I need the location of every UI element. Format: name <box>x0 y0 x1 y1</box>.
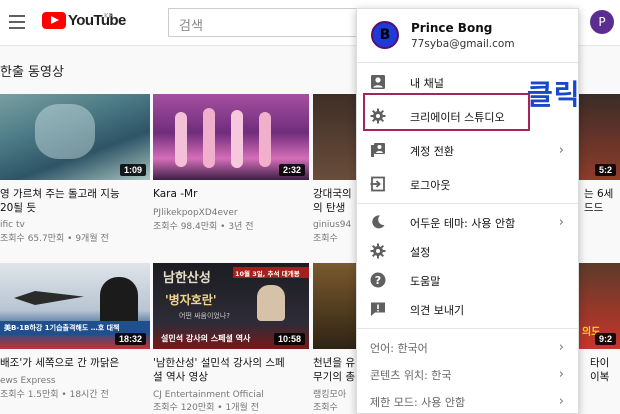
video-channel[interactable]: ews Express <box>0 375 56 388</box>
video-duration: 2:32 <box>278 164 305 176</box>
chevron-right-icon: › <box>558 143 564 158</box>
video-title[interactable]: 타이 <box>590 356 609 370</box>
switch-account-icon <box>371 143 385 157</box>
section-title: 한출 동영상 <box>0 65 64 80</box>
thumbnail-headline-text: '병자호란' <box>165 293 217 307</box>
video-thumbnail[interactable]: 美B-1B하강 1기습출격해도 …호 대책 18:32 <box>0 263 150 349</box>
video-meta: 조회수 120만회 • 1개월 전 <box>153 403 259 413</box>
video-title[interactable]: 천년을 유 <box>313 356 355 370</box>
video-thumbnail[interactable]: 남한산성 10월 3일, 추석 대개봉 '병자호란' 어떤 싸움이었나? 설민석… <box>153 263 309 349</box>
help-icon: ? <box>370 272 386 288</box>
svg-text:?: ? <box>375 274 381 287</box>
video-channel[interactable]: PJlikekpopXD4ever <box>153 207 238 220</box>
video-thumbnail[interactable] <box>313 94 358 180</box>
youtube-wordmark[interactable]: YouTube <box>68 12 126 29</box>
menu-item-label: 계정 전환 <box>410 145 454 158</box>
hamburger-menu-icon[interactable] <box>9 15 25 29</box>
video-title-line2[interactable]: 무기의 총 <box>313 370 355 384</box>
chevron-right-icon: › <box>558 340 564 355</box>
menu-item-label: 의견 보내기 <box>410 304 465 317</box>
video-title[interactable]: '남한산성' 설민석 강사의 스페 <box>153 356 285 370</box>
menu-item-feedback[interactable]: 의견 보내기 <box>357 292 578 326</box>
chevron-right-icon: › <box>558 367 564 382</box>
menu-item-label: 도움말 <box>410 275 441 288</box>
divider <box>357 62 578 63</box>
thumbnail-subtitle-text: 어떤 싸움이었나? <box>179 312 231 320</box>
video-title[interactable]: 는 6세 <box>584 187 613 201</box>
video-title[interactable]: 강대국의 <box>313 187 352 201</box>
video-title[interactable]: Kara -Mr <box>153 187 197 201</box>
video-meta: 조회수 <box>313 403 338 413</box>
account-menu: B Prince Bong 77syba@gmail.com 내 채널 크리에이… <box>356 8 579 414</box>
chevron-right-icon: › <box>558 394 564 409</box>
video-duration: 5:2 <box>594 164 616 176</box>
menu-item-logout[interactable]: 로그아웃 <box>357 167 578 201</box>
account-email: 77syba@gmail.com <box>411 38 515 50</box>
menu-item-label: 언어: 한국어 <box>370 342 428 355</box>
region-label: KR <box>104 12 114 20</box>
thumbnail-title-text: 남한산성 <box>163 271 211 286</box>
gear-icon <box>370 243 386 259</box>
menu-item-label: 어두운 테마: 사용 안함 <box>410 217 516 230</box>
video-title-line2[interactable]: 셜 역사 영상 <box>153 370 208 384</box>
menu-item-label: 내 채널 <box>410 77 444 90</box>
video-channel[interactable]: ific tv <box>0 219 25 232</box>
video-meta: 조회수 98.4만회 • 3년 전 <box>153 222 254 232</box>
video-title[interactable]: 배조'가 세쪽으로 간 까닭은 <box>0 356 119 370</box>
search-placeholder: 검색 <box>179 19 203 34</box>
account-avatar-button[interactable]: P <box>590 10 614 34</box>
chevron-right-icon: › <box>558 215 564 230</box>
menu-avatar: B <box>371 21 399 49</box>
video-title-line2[interactable]: 드드 <box>584 201 603 215</box>
video-channel[interactable]: ginius94 <box>313 219 351 232</box>
menu-item-restricted-mode[interactable]: 제한 모드: 사용 안함 › <box>357 384 578 413</box>
menu-item-label: 콘텐츠 위치: 한국 <box>370 369 452 382</box>
video-channel[interactable]: 랭킹모아 <box>313 389 346 402</box>
video-title-line2[interactable]: 의 탄생 <box>313 201 345 215</box>
search-input[interactable]: 검색 <box>168 8 358 37</box>
video-title-line2[interactable]: 이복 <box>590 370 609 384</box>
person-icon <box>371 75 385 89</box>
divider <box>357 328 578 329</box>
highlight-box <box>363 93 530 131</box>
video-meta: 조회수 1.5만회 • 18시간 전 <box>0 390 109 400</box>
video-title[interactable]: 영 가르쳐 주는 돌고래 지능 <box>0 187 120 201</box>
video-thumbnail[interactable]: 5:2 <box>578 94 620 180</box>
video-duration: 18:32 <box>114 333 146 345</box>
video-channel[interactable]: CJ Entertainment Official <box>153 389 264 402</box>
video-duration: 9:2 <box>594 333 616 345</box>
video-duration: 10:58 <box>273 333 305 345</box>
video-duration: 1:09 <box>119 164 146 176</box>
video-thumbnail[interactable] <box>313 263 358 349</box>
moon-icon <box>372 215 385 229</box>
click-annotation: 클릭 <box>527 78 581 111</box>
video-meta: 조회수 65.7만회 • 9개월 전 <box>0 234 109 244</box>
youtube-logo-icon[interactable] <box>42 12 66 29</box>
divider <box>357 203 578 204</box>
menu-item-label: 로그아웃 <box>410 179 451 192</box>
video-meta: 조회수 <box>313 234 338 244</box>
video-thumbnail[interactable]: 2:32 <box>153 94 309 180</box>
menu-item-label: 설정 <box>410 246 431 259</box>
menu-item-label: 제한 모드: 사용 안함 <box>370 396 466 409</box>
account-name: Prince Bong <box>411 21 493 35</box>
logout-icon <box>370 176 385 192</box>
feedback-icon <box>371 302 385 316</box>
video-thumbnail[interactable]: 의도 9:2 <box>578 263 620 349</box>
video-title-line2[interactable]: 20될 듯 <box>0 201 36 215</box>
thumbnail-banner-text: 10월 3일, 추석 대개봉 <box>235 270 300 278</box>
thumbnail-bottom-text: 설민석 강사의 스페셜 역사 <box>161 334 251 343</box>
menu-item-switch-account[interactable]: 계정 전환 › <box>357 133 578 167</box>
thumbnail-caption: 美B-1B하강 1기습출격해도 …호 대책 <box>4 324 120 332</box>
video-thumbnail[interactable]: 1:09 <box>0 94 150 180</box>
